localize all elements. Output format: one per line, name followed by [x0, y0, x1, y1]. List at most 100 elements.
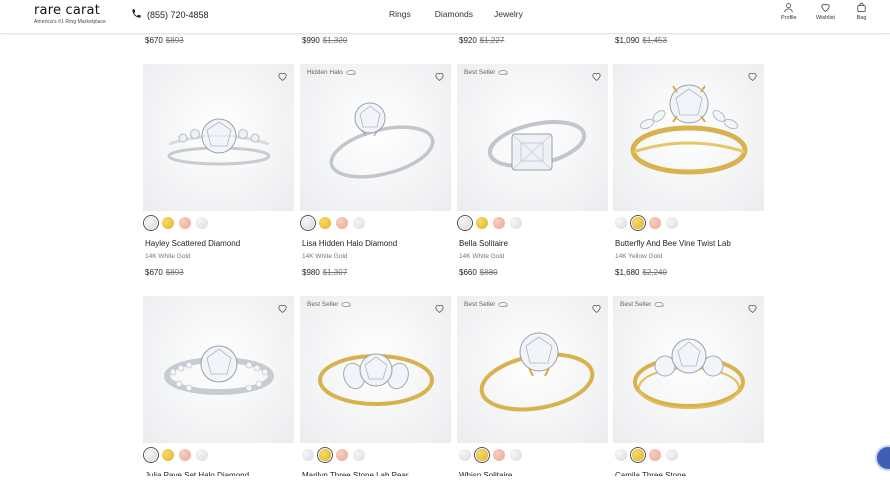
- product-image[interactable]: [143, 296, 294, 443]
- swatch-rose-gold[interactable]: [336, 217, 348, 229]
- product-name[interactable]: Camila Three Stone: [615, 471, 686, 476]
- product-card[interactable]: Best Seller Bella Solitaire 14K White Go…: [457, 64, 608, 284]
- swatch-yellow-gold[interactable]: [632, 217, 644, 229]
- product-metal: 14K Yellow Gold: [615, 253, 663, 260]
- swatch-yellow-gold[interactable]: [476, 449, 488, 461]
- swatch-platinum[interactable]: [510, 449, 522, 461]
- wishlist-heart-icon[interactable]: [747, 301, 758, 319]
- price-old: $1,453: [642, 36, 667, 45]
- price-current: $670: [145, 36, 163, 45]
- product-card[interactable]: Julia Pave Set Halo Diamond: [143, 296, 294, 491]
- product-image[interactable]: Best Seller: [300, 296, 451, 443]
- phone-number: (855) 720-4858: [147, 9, 209, 20]
- phone-link[interactable]: (855) 720-4858: [131, 8, 209, 21]
- swatch-yellow-gold[interactable]: [632, 449, 644, 461]
- metal-swatches: [459, 449, 522, 461]
- wishlist-heart-icon[interactable]: [434, 69, 445, 87]
- swatch-rose-gold[interactable]: [493, 449, 505, 461]
- prev-row-price: $670 $893: [145, 36, 184, 45]
- product-card[interactable]: Best Seller Camila Three Stone: [613, 296, 764, 491]
- swatch-platinum[interactable]: [666, 449, 678, 461]
- wishlist-heart-icon[interactable]: [591, 301, 602, 319]
- prev-row-price: $920 $1,227: [459, 36, 504, 45]
- product-card[interactable]: Butterfly And Bee Vine Twist Lab 14K Yel…: [613, 64, 764, 284]
- ring-image: [630, 84, 748, 175]
- bag-link[interactable]: Bag: [856, 2, 867, 21]
- swatch-rose-gold[interactable]: [179, 217, 191, 229]
- swatch-white-gold[interactable]: [302, 217, 314, 229]
- swatch-yellow-gold[interactable]: [319, 449, 331, 461]
- product-metal: 14K White Gold: [145, 253, 191, 260]
- price-old: $893: [165, 268, 184, 277]
- product-grid: $670 $893 $990 $1,320 $920 $1,227 $1,090 $1,…: [0, 0, 890, 491]
- swatch-platinum[interactable]: [353, 449, 365, 461]
- swatch-rose-gold[interactable]: [179, 449, 191, 461]
- 360-view-icon: [498, 302, 509, 308]
- logo-text: rare carat: [34, 3, 101, 18]
- swatch-white-gold[interactable]: [615, 449, 627, 461]
- product-card[interactable]: Hidden Halo Lisa Hidden Halo Diamond 14K…: [300, 64, 451, 284]
- product-name[interactable]: Butterfly And Bee Vine Twist Lab: [615, 239, 731, 248]
- swatch-platinum[interactable]: [666, 217, 678, 229]
- wishlist-heart-icon[interactable]: [591, 69, 602, 87]
- swatch-rose-gold[interactable]: [336, 449, 348, 461]
- swatch-yellow-gold[interactable]: [319, 217, 331, 229]
- price-current: $920: [459, 36, 477, 45]
- product-card[interactable]: Hayley Scattered Diamond 14K White Gold …: [143, 64, 294, 284]
- swatch-yellow-gold[interactable]: [162, 449, 174, 461]
- swatch-platinum[interactable]: [196, 449, 208, 461]
- swatch-rose-gold[interactable]: [493, 217, 505, 229]
- ring-image: [167, 118, 271, 166]
- swatch-white-gold[interactable]: [145, 449, 157, 461]
- price-current: $670: [145, 268, 163, 277]
- swatch-rose-gold[interactable]: [649, 449, 661, 461]
- wishlist-link[interactable]: Wishlist: [816, 2, 835, 21]
- nav-jewelry[interactable]: Jewelry: [494, 9, 523, 19]
- 360-view-icon: [346, 70, 356, 76]
- wishlist-heart-icon[interactable]: [434, 301, 445, 319]
- product-card[interactable]: Best Seller Marilyn Three Stone Lab Pear: [300, 296, 451, 491]
- swatch-platinum[interactable]: [353, 217, 365, 229]
- badge-label: Best Seller: [464, 69, 496, 76]
- nav-diamonds[interactable]: Diamonds: [435, 9, 473, 19]
- ring-image: [487, 120, 587, 171]
- swatch-platinum[interactable]: [196, 217, 208, 229]
- metal-swatches: [302, 217, 365, 229]
- product-price: $660 $880: [459, 268, 498, 277]
- product-image[interactable]: Best Seller: [457, 296, 608, 443]
- product-image[interactable]: [613, 64, 764, 211]
- product-image[interactable]: [143, 64, 294, 211]
- swatch-yellow-gold[interactable]: [476, 217, 488, 229]
- wishlist-label: Wishlist: [816, 15, 835, 21]
- swatch-white-gold[interactable]: [459, 449, 471, 461]
- product-name[interactable]: Hayley Scattered Diamond: [145, 239, 240, 248]
- profile-link[interactable]: Profile: [781, 2, 797, 21]
- wishlist-heart-icon[interactable]: [277, 69, 288, 87]
- product-image[interactable]: Best Seller: [457, 64, 608, 211]
- swatch-yellow-gold[interactable]: [162, 217, 174, 229]
- swatch-white-gold[interactable]: [459, 217, 471, 229]
- product-price: $670 $893: [145, 268, 184, 277]
- product-name[interactable]: Lisa Hidden Halo Diamond: [302, 239, 397, 248]
- swatch-white-gold[interactable]: [145, 217, 157, 229]
- product-name[interactable]: Bella Solitaire: [459, 239, 508, 248]
- product-name[interactable]: Whisp Solitaire: [459, 471, 512, 476]
- logo-tagline: America's #1 Ring Marketplace: [34, 19, 106, 25]
- swatch-platinum[interactable]: [510, 217, 522, 229]
- price-current: $980: [302, 268, 320, 277]
- logo[interactable]: rare carat America's #1 Ring Marketplace: [34, 3, 106, 25]
- swatch-white-gold[interactable]: [302, 449, 314, 461]
- logo-wordmark: rare carat: [34, 3, 106, 18]
- nav-rings[interactable]: Rings: [389, 9, 411, 19]
- swatch-rose-gold[interactable]: [649, 217, 661, 229]
- 360-view-icon: [654, 302, 665, 308]
- wishlist-heart-icon[interactable]: [747, 69, 758, 87]
- product-name[interactable]: Marilyn Three Stone Lab Pear: [302, 471, 409, 476]
- product-name[interactable]: Julia Pave Set Halo Diamond: [145, 471, 249, 476]
- price-current: $1,090: [615, 36, 640, 45]
- swatch-white-gold[interactable]: [615, 217, 627, 229]
- wishlist-heart-icon[interactable]: [277, 301, 288, 319]
- product-card[interactable]: Best Seller Whisp Solitaire: [457, 296, 608, 491]
- product-image[interactable]: Hidden Halo: [300, 64, 451, 211]
- product-image[interactable]: Best Seller: [613, 296, 764, 443]
